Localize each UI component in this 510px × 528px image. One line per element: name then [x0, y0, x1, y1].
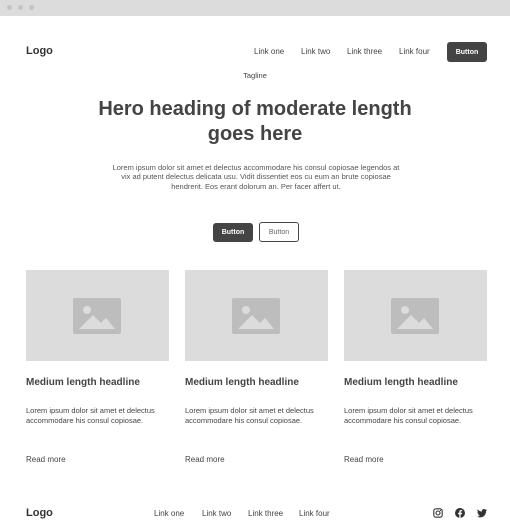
image-placeholder-icon: [232, 298, 280, 334]
hero-heading: Hero heading of moderate length goes her…: [98, 98, 412, 145]
hero-tagline: Tagline: [243, 71, 267, 80]
image-placeholder-icon: [73, 298, 121, 334]
card-read-more-link-1[interactable]: Read more: [26, 455, 66, 464]
card-headline-1: Medium length headline: [26, 377, 140, 388]
card-image-2: [185, 270, 328, 361]
card-image-1: [26, 270, 169, 361]
card-text-2: Lorem ipsum dolor sit amet et delectus a…: [185, 406, 314, 425]
instagram-icon[interactable]: [433, 508, 443, 518]
card-image-3: [344, 270, 487, 361]
card-text-3: Lorem ipsum dolor sit amet et delectus a…: [344, 406, 473, 425]
card-read-more-link-3[interactable]: Read more: [344, 455, 384, 464]
card-read-more-link-2[interactable]: Read more: [185, 455, 225, 464]
facebook-icon[interactable]: [455, 508, 465, 518]
footer-logo[interactable]: Logo: [26, 507, 53, 519]
image-placeholder-icon: [391, 298, 439, 334]
twitter-icon[interactable]: [477, 508, 487, 518]
window-dot-icon: [7, 5, 12, 10]
header-nav-link-two[interactable]: Link two: [301, 47, 330, 56]
card-headline-2: Medium length headline: [185, 377, 299, 388]
footer-nav-link-two[interactable]: Link two: [202, 509, 231, 518]
window-dot-icon: [18, 5, 23, 10]
card-headline-3: Medium length headline: [344, 377, 458, 388]
footer-nav-link-three[interactable]: Link three: [248, 509, 283, 518]
hero-primary-button[interactable]: Button: [213, 223, 253, 242]
hero-body-text: Lorem ipsum dolor sit amet et delectus a…: [112, 163, 400, 191]
header-nav-link-four[interactable]: Link four: [399, 47, 430, 56]
browser-title-bar: [0, 0, 510, 16]
header-cta-button[interactable]: Button: [447, 42, 487, 62]
header-nav-link-one[interactable]: Link one: [254, 47, 284, 56]
hero-secondary-button[interactable]: Button: [259, 222, 299, 242]
footer-nav-link-one[interactable]: Link one: [154, 509, 184, 518]
window-dot-icon: [29, 5, 34, 10]
footer-nav-link-four[interactable]: Link four: [299, 509, 330, 518]
header-nav-link-three[interactable]: Link three: [347, 47, 382, 56]
header-logo[interactable]: Logo: [26, 45, 53, 57]
card-text-1: Lorem ipsum dolor sit amet et delectus a…: [26, 406, 155, 425]
